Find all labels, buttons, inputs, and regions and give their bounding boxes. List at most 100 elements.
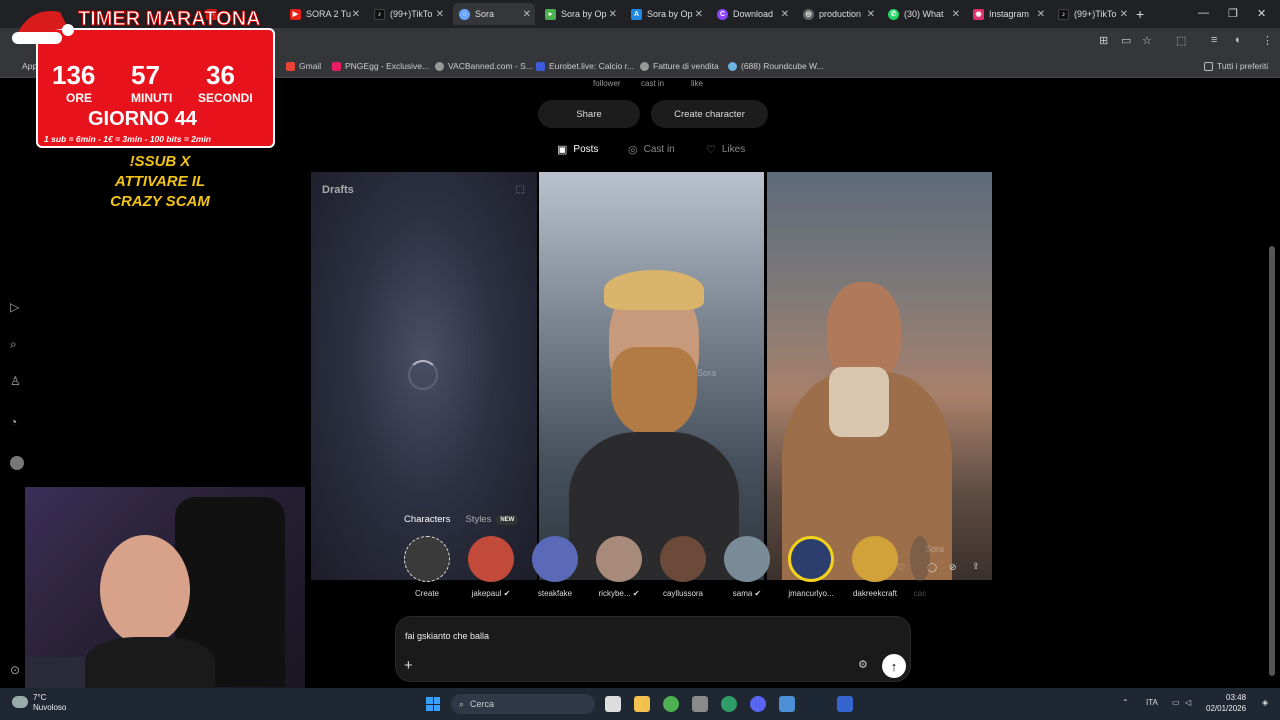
- star-icon[interactable]: ☆: [1142, 34, 1152, 47]
- bookmark-item[interactable]: (688) Roundcube W...: [728, 61, 824, 71]
- create-character-button[interactable]: Create character: [651, 100, 768, 128]
- bookmark-item[interactable]: PNGEgg - Exclusive...: [332, 61, 429, 71]
- profile-icon[interactable]: ◐: [1235, 34, 1242, 46]
- prompt-input[interactable]: fai gskianto che balla: [405, 631, 489, 641]
- maximize-icon[interactable]: ❐: [1228, 7, 1238, 20]
- close-icon[interactable]: ✕: [867, 9, 875, 20]
- chevron-up-icon[interactable]: ⌃: [1122, 698, 1129, 707]
- discord-icon[interactable]: [750, 696, 766, 712]
- tab-characters[interactable]: Characters: [404, 514, 450, 525]
- tab-posts[interactable]: ▣ Posts: [557, 143, 598, 156]
- close-window-icon[interactable]: ✕: [1257, 7, 1266, 20]
- app-icon[interactable]: [721, 696, 737, 712]
- bell-icon[interactable]: ◔: [10, 415, 17, 429]
- bookmark-item[interactable]: Eurobet.live: Calcio r...: [536, 61, 634, 71]
- browser-tab[interactable]: ◎ production ✕: [797, 3, 879, 25]
- posts-icon: ▣: [557, 144, 568, 156]
- prompt-box[interactable]: fai gskianto che balla + ⚙ ↑: [395, 616, 911, 682]
- extensions-icon[interactable]: ⬚: [1176, 34, 1186, 47]
- windows-start-icon[interactable]: [426, 697, 440, 711]
- language-indicator[interactable]: ITA: [1146, 698, 1158, 707]
- bookmark-item[interactable]: Fatture di vendita: [640, 61, 719, 71]
- character-item[interactable]: jmancurlyo...: [781, 536, 841, 598]
- translate-icon[interactable]: ⊞: [1099, 34, 1108, 47]
- close-icon[interactable]: ✕: [1037, 9, 1045, 20]
- file-explorer-icon[interactable]: [634, 696, 650, 712]
- close-icon[interactable]: ✕: [523, 9, 531, 20]
- share-button[interactable]: Share: [538, 100, 640, 128]
- close-icon[interactable]: ✕: [781, 9, 789, 20]
- send-button[interactable]: ↑: [882, 654, 906, 678]
- volume-icon[interactable]: ◁: [1185, 698, 1191, 707]
- trophy-icon[interactable]: ♙: [10, 374, 21, 388]
- share-icon[interactable]: ⇪: [972, 561, 980, 572]
- stat-follower: follower: [593, 79, 621, 88]
- app-icon[interactable]: [779, 696, 795, 712]
- character-item[interactable]: steakfake: [525, 536, 585, 598]
- browser-tab[interactable]: ◉ Instagram ✕: [967, 3, 1049, 25]
- verified-icon: ✔: [754, 589, 762, 598]
- remix-icon[interactable]: ⊘: [949, 562, 957, 573]
- more-icon[interactable]: ⋮: [1262, 34, 1273, 47]
- browser-tab[interactable]: ♪ (99+)TikTo ✕: [368, 3, 448, 25]
- chrome-icon[interactable]: [663, 696, 679, 712]
- menu-icon[interactable]: ≡: [1211, 34, 1217, 46]
- bookmark-apps[interactable]: App: [22, 61, 37, 71]
- close-icon[interactable]: ✕: [352, 9, 360, 20]
- tab-styles[interactable]: Styles: [465, 514, 491, 525]
- browser-tab[interactable]: A Sora by Op ✕: [625, 3, 707, 25]
- browser-tab[interactable]: ▶ SORA 2 Tu ✕: [284, 3, 364, 25]
- network-icon[interactable]: ▭: [1172, 698, 1180, 707]
- browser-tab-active[interactable]: ○ Sora ✕: [453, 3, 535, 25]
- task-view-icon[interactable]: [605, 696, 621, 712]
- close-icon[interactable]: ✕: [436, 9, 444, 20]
- system-clock[interactable]: 03:48 02/01/2026: [1206, 692, 1246, 714]
- close-icon[interactable]: ✕: [952, 9, 960, 20]
- add-media-button[interactable]: +: [404, 657, 413, 674]
- character-item[interactable]: jakepaul ✔: [461, 536, 521, 598]
- browser-tab[interactable]: ♪ (99+)TikTo ✕: [1052, 3, 1132, 25]
- scrollbar[interactable]: [1269, 246, 1275, 676]
- app-icon[interactable]: [837, 696, 853, 712]
- close-icon[interactable]: ✕: [695, 9, 703, 20]
- browser-tab[interactable]: ✆ (30) What ✕: [882, 3, 964, 25]
- close-icon[interactable]: ✕: [1120, 9, 1128, 20]
- character-item[interactable]: rickybe... ✔: [589, 536, 649, 598]
- santa-hat-icon: [12, 11, 74, 44]
- video-tile[interactable]: Sora: [539, 172, 764, 580]
- tab-cast-in[interactable]: ◎ Cast in: [628, 143, 675, 156]
- select-icon[interactable]: ⬚: [516, 184, 525, 195]
- character-item[interactable]: sama ✔: [717, 536, 777, 598]
- character-item[interactable]: cayllussora: [653, 536, 713, 598]
- cast-icon[interactable]: ▭: [1121, 34, 1131, 47]
- stat-like: like: [691, 79, 704, 88]
- weather-widget[interactable]: 7°C Nuvoloso: [33, 693, 66, 713]
- tab-likes[interactable]: ♡ Likes: [706, 143, 745, 156]
- cast-in-icon: ◎: [628, 144, 638, 156]
- new-tab-button[interactable]: +: [1136, 6, 1144, 22]
- notification-icon[interactable]: ◈: [1262, 698, 1268, 707]
- canva-icon: C: [717, 8, 728, 20]
- settings-icon[interactable]: ⊙: [10, 663, 20, 677]
- character-create[interactable]: Create: [397, 536, 457, 598]
- taskbar-search[interactable]: ⌕ Cerca: [451, 694, 595, 714]
- all-bookmarks[interactable]: Tutti i preferiti: [1204, 61, 1268, 71]
- bookmark-item[interactable]: Gmail: [286, 61, 321, 71]
- minimize-icon[interactable]: —: [1198, 7, 1209, 19]
- bookmark-item[interactable]: VACBanned.com - S...: [435, 61, 533, 71]
- video-tile[interactable]: Sora ♡ ◯ ⊘ ⇪: [767, 172, 992, 580]
- close-icon[interactable]: ✕: [609, 9, 617, 20]
- search-icon[interactable]: ⌕: [10, 337, 17, 352]
- settings-sliders-icon[interactable]: ⚙: [858, 658, 868, 671]
- app-icon[interactable]: [692, 696, 708, 712]
- desk: [25, 657, 85, 688]
- steam-icon[interactable]: [808, 696, 824, 712]
- character-item[interactable]: dakreekcraft: [845, 536, 905, 598]
- tab-label: Sora by Op: [561, 9, 607, 19]
- temperature: 7°C: [33, 693, 47, 702]
- browser-tab[interactable]: C Download ✕: [711, 3, 793, 25]
- character-item[interactable]: cac: [905, 536, 935, 598]
- browser-tab[interactable]: ▸ Sora by Op ✕: [539, 3, 621, 25]
- avatar[interactable]: [10, 456, 24, 470]
- play-icon[interactable]: ▷: [10, 300, 19, 314]
